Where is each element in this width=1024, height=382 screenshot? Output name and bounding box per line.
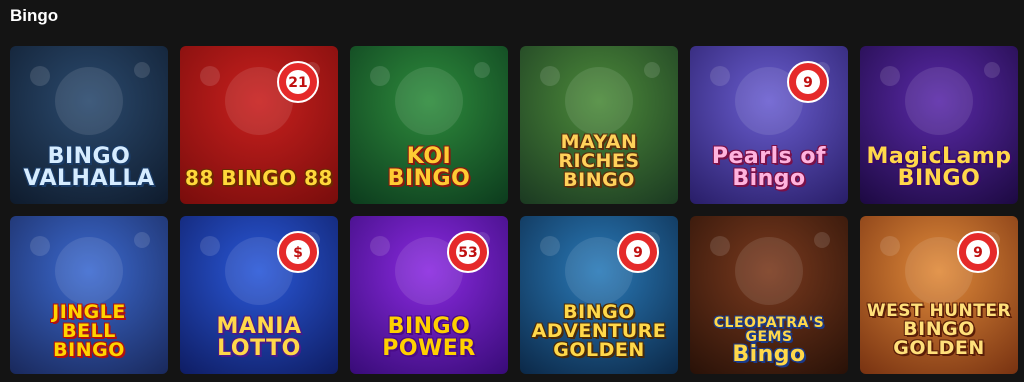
- game-logo: MagicLamp BINGO: [864, 146, 1014, 190]
- game-logo-line: Bingo: [732, 166, 806, 191]
- game-logo-line: BINGO: [563, 169, 635, 191]
- section-title: Bingo: [10, 6, 59, 25]
- game-logo: 88 BINGO 88: [184, 168, 334, 188]
- game-logo: CLEOPATRA'S GEMS Bingo: [694, 316, 844, 366]
- game-tile-koi-bingo[interactable]: KOI BINGO: [350, 46, 508, 204]
- bingo-ball-number: 53: [458, 245, 477, 261]
- bingo-ball-number: 9: [803, 75, 813, 91]
- game-logo-line: BINGO: [897, 166, 981, 191]
- game-tile-bingo-power[interactable]: 53 BINGO POWER: [350, 216, 508, 374]
- game-logo-line: VALHALLA: [23, 166, 155, 191]
- game-tile-88-bingo-88[interactable]: 21 88 BINGO 88: [180, 46, 338, 204]
- game-logo: JINGLE BELL BINGO: [14, 303, 164, 360]
- game-logo-line: CLEOPATRA'S GEMS: [713, 315, 825, 345]
- game-logo-line: BINGO: [387, 166, 471, 191]
- game-tile-magic-lamp-bingo[interactable]: MagicLamp BINGO: [860, 46, 1018, 204]
- game-tile-mayan-riches-bingo[interactable]: MAYAN RICHES BINGO: [520, 46, 678, 204]
- game-tile-pearls-of-bingo[interactable]: 9 Pearls of Bingo: [690, 46, 848, 204]
- game-logo-line: BINGO: [387, 314, 471, 339]
- game-logo: MAYAN RICHES BINGO: [524, 133, 674, 190]
- game-logo-line: LOTTO: [217, 336, 301, 361]
- game-logo: BINGO POWER: [354, 316, 504, 360]
- game-logo-line: GOLDEN: [893, 337, 985, 359]
- game-tile-bingo-adventure-golden[interactable]: 9 BINGO ADVENTURE GOLDEN: [520, 216, 678, 374]
- game-tile-bingo-valhalla[interactable]: BINGO VALHALLA: [10, 46, 168, 204]
- game-logo-line: GOLDEN: [553, 339, 645, 361]
- game-logo-line: 88 BINGO 88: [185, 166, 333, 190]
- game-logo: WEST HUNTER BINGO GOLDEN: [864, 303, 1014, 358]
- bingo-ball-number: $: [293, 245, 303, 261]
- game-logo-line: BINGO: [53, 339, 125, 361]
- game-logo-line: MagicLamp: [866, 144, 1012, 169]
- bingo-ball-number: 9: [633, 245, 643, 261]
- game-logo: BINGO ADVENTURE GOLDEN: [524, 303, 674, 360]
- game-logo: MANIA LOTTO: [184, 316, 334, 360]
- game-logo-line: KOI: [406, 144, 452, 169]
- game-tile-mania-lotto[interactable]: $ MANIA LOTTO: [180, 216, 338, 374]
- game-logo: KOI BINGO: [354, 146, 504, 190]
- game-logo: BINGO VALHALLA: [14, 146, 164, 190]
- game-logo-line: Bingo: [732, 342, 806, 367]
- bingo-ball-number: 21: [288, 75, 307, 91]
- bingo-ball-number: 9: [973, 245, 983, 261]
- game-tile-west-hunter-bingo-golden[interactable]: 9 WEST HUNTER BINGO GOLDEN: [860, 216, 1018, 374]
- game-tile-cleopatras-gems-bingo[interactable]: CLEOPATRA'S GEMS Bingo: [690, 216, 848, 374]
- game-logo-line: Pearls of: [711, 144, 827, 169]
- game-logo: Pearls of Bingo: [694, 146, 844, 190]
- games-grid: BINGO VALHALLA 21 88 BINGO 88 KOI BINGO MAYAN R…: [10, 46, 1018, 374]
- game-logo-line: BINGO: [47, 144, 131, 169]
- game-tile-jingle-bell-bingo[interactable]: JINGLE BELL BINGO: [10, 216, 168, 374]
- game-logo-line: POWER: [382, 336, 476, 361]
- game-logo-line: MANIA: [216, 314, 302, 339]
